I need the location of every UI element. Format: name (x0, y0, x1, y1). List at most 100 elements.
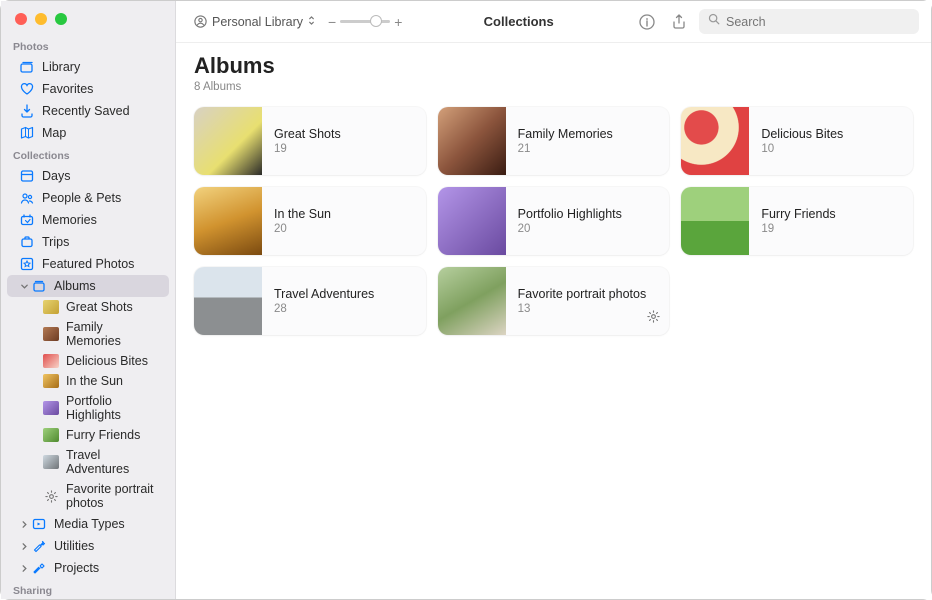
album-card-portfolio-highlights[interactable]: Portfolio Highlights20 (438, 187, 670, 255)
sidebar-album-furry-friends[interactable]: Furry Friends (7, 425, 169, 445)
media-types-icon (31, 516, 47, 532)
sidebar-item-media-types[interactable]: Media Types (7, 513, 169, 535)
disclosure-down-icon[interactable] (19, 281, 29, 291)
sidebar-item-label: People & Pets (42, 191, 121, 205)
zoom-knob[interactable] (370, 15, 382, 27)
zoom-track[interactable] (340, 20, 390, 23)
sidebar-item-memories[interactable]: Memories (7, 209, 169, 231)
sidebar-item-recently-saved[interactable]: Recently Saved (7, 100, 169, 122)
sidebar-item-label: Trips (42, 235, 69, 249)
sidebar-item-label: Great Shots (66, 300, 133, 314)
sidebar-album-great-shots[interactable]: Great Shots (7, 297, 169, 317)
album-title: Travel Adventures (274, 287, 374, 301)
sidebar-item-favorites[interactable]: Favorites (7, 78, 169, 100)
album-count: 10 (761, 143, 843, 155)
disclosure-right-icon[interactable] (19, 541, 29, 551)
album-title: Furry Friends (761, 207, 835, 221)
album-count: 19 (761, 223, 835, 235)
sidebar-item-label: Favorites (42, 82, 93, 96)
sidebar-item-label: Featured Photos (42, 257, 134, 271)
album-title: In the Sun (274, 207, 331, 221)
sidebar-item-projects[interactable]: Projects (7, 557, 169, 579)
album-count: 13 (518, 303, 647, 315)
sidebar: Photos Library Favorites Recently Saved … (1, 1, 176, 599)
search-input[interactable] (726, 15, 911, 29)
zoom-out-label: − (328, 14, 336, 30)
album-thumb-icon (43, 374, 59, 388)
albums-icon (31, 278, 47, 294)
album-thumbnail (194, 187, 262, 255)
search-field[interactable] (699, 9, 919, 34)
sidebar-section-photos: Photos (1, 35, 175, 56)
calendar-icon (19, 168, 35, 184)
album-title: Great Shots (274, 127, 341, 141)
sidebar-album-portfolio-highlights[interactable]: Portfolio Highlights (7, 391, 169, 425)
sidebar-album-delicious-bites[interactable]: Delicious Bites (7, 351, 169, 371)
album-thumbnail (438, 107, 506, 175)
content-area: Albums 8 Albums Great Shots19 Family Mem… (176, 43, 931, 599)
album-card-family-memories[interactable]: Family Memories 21 (438, 107, 670, 175)
album-card-in-the-sun[interactable]: In the Sun 20 (194, 187, 426, 255)
disclosure-right-icon[interactable] (19, 563, 29, 573)
sidebar-album-travel-adventures[interactable]: Travel Adventures (7, 445, 169, 479)
sidebar-item-label: In the Sun (66, 374, 123, 388)
album-count: 21 (518, 143, 613, 155)
sidebar-section-collections: Collections (1, 144, 175, 165)
thumbnail-zoom-slider[interactable]: − + (328, 14, 402, 30)
sidebar-album-favorite-portrait[interactable]: Favorite portrait photos (7, 479, 169, 513)
app-window: Photos Library Favorites Recently Saved … (1, 1, 931, 599)
sidebar-item-label: Media Types (54, 517, 125, 531)
album-title: Family Memories (518, 127, 613, 141)
zoom-window-button[interactable] (55, 13, 67, 25)
minimize-window-button[interactable] (35, 13, 47, 25)
sidebar-item-library[interactable]: Library (7, 56, 169, 78)
sidebar-item-albums[interactable]: Albums (7, 275, 169, 297)
album-count: 19 (274, 143, 341, 155)
zoom-in-label: + (394, 14, 402, 30)
photo-stack-icon (19, 59, 35, 75)
album-card-favorite-portrait[interactable]: Favorite portrait photos 13 (438, 267, 670, 335)
album-card-travel-adventures[interactable]: Travel Adventures 28 (194, 267, 426, 335)
sidebar-item-map[interactable]: Map (7, 122, 169, 144)
sidebar-item-label: Travel Adventures (66, 448, 161, 476)
star-square-icon (19, 256, 35, 272)
sidebar-item-label: Furry Friends (66, 428, 140, 442)
album-thumbnail (194, 107, 262, 175)
search-icon (707, 12, 721, 31)
sidebar-item-featured-photos[interactable]: Featured Photos (7, 253, 169, 275)
album-count-label: 8 Albums (194, 81, 913, 93)
sidebar-album-in-the-sun[interactable]: In the Sun (7, 371, 169, 391)
album-thumbnail (681, 107, 749, 175)
album-count: 20 (518, 223, 622, 235)
window-controls (1, 1, 175, 35)
gear-icon (43, 488, 59, 504)
sidebar-item-utilities[interactable]: Utilities (7, 535, 169, 557)
download-tray-icon (19, 103, 35, 119)
toolbar-title: Collections (484, 14, 554, 29)
album-thumb-icon (43, 327, 59, 341)
sidebar-item-days[interactable]: Days (7, 165, 169, 187)
sidebar-item-label: Portfolio Highlights (66, 394, 161, 422)
album-thumbnail (194, 267, 262, 335)
info-button[interactable] (635, 10, 659, 34)
map-icon (19, 125, 35, 141)
sidebar-item-label: Days (42, 169, 70, 183)
sidebar-item-trips[interactable]: Trips (7, 231, 169, 253)
album-title: Favorite portrait photos (518, 287, 647, 301)
album-count: 28 (274, 303, 374, 315)
album-title: Delicious Bites (761, 127, 843, 141)
hammer-icon (31, 560, 47, 576)
sidebar-item-label: Delicious Bites (66, 354, 148, 368)
library-switcher[interactable]: Personal Library (188, 12, 320, 32)
album-count: 20 (274, 223, 331, 235)
memories-icon (19, 212, 35, 228)
disclosure-right-icon[interactable] (19, 519, 29, 529)
share-button[interactable] (667, 10, 691, 34)
album-card-furry-friends[interactable]: Furry Friends 19 (681, 187, 913, 255)
sidebar-album-family-memories[interactable]: Family Memories (7, 317, 169, 351)
album-card-great-shots[interactable]: Great Shots 19 (194, 107, 426, 175)
sidebar-item-people-pets[interactable]: People & Pets (7, 187, 169, 209)
close-window-button[interactable] (15, 13, 27, 25)
album-card-delicious-bites[interactable]: Delicious Bites 10 (681, 107, 913, 175)
album-thumb-icon (43, 455, 59, 469)
